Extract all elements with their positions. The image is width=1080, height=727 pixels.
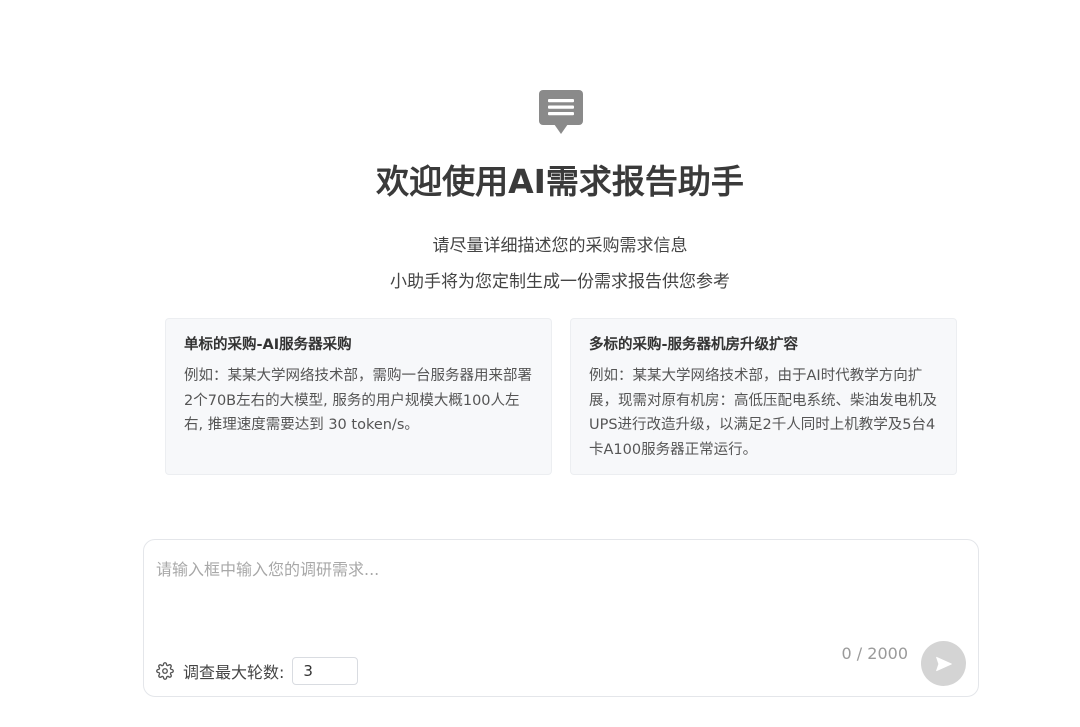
example-card-title: 多标的采购-服务器机房升级扩容 bbox=[589, 337, 799, 353]
example-card-single[interactable]: 单标的采购-AI服务器采购 例如：某某大学网络技术部，需购一台服务器用来部署2个… bbox=[165, 318, 552, 475]
send-icon bbox=[935, 656, 952, 671]
example-card-multi[interactable]: 多标的采购-服务器机房升级扩容 例如：某某大学网络技术部，由于AI时代教学方向扩… bbox=[570, 318, 957, 475]
char-counter: 0 / 2000 bbox=[841, 644, 908, 663]
subtitle-line-2: 小助手将为您定制生成一份需求报告供您参考 bbox=[390, 272, 730, 292]
page-title: 欢迎使用AI需求报告助手 bbox=[376, 162, 744, 201]
requirement-input[interactable] bbox=[156, 556, 966, 626]
example-card-title: 单标的采购-AI服务器采购 bbox=[184, 337, 352, 353]
example-card-body: 例如：某某大学网络技术部，由于AI时代教学方向扩展，现需对原有机房：高低压配电系… bbox=[589, 368, 937, 458]
chat-message-icon bbox=[539, 90, 583, 134]
example-card-body: 例如：某某大学网络技术部，需购一台服务器用来部署2个70B左右的大模型, 服务的… bbox=[184, 368, 532, 433]
page: 欢迎使用AI需求报告助手 请尽量详细描述您的采购需求信息 小助手将为您定制生成一… bbox=[0, 0, 1080, 727]
subtitle-line-1: 请尽量详细描述您的采购需求信息 bbox=[432, 236, 688, 256]
rounds-setting: 调查最大轮数: bbox=[156, 657, 359, 685]
gear-icon[interactable] bbox=[156, 662, 174, 680]
rounds-input[interactable] bbox=[292, 657, 359, 685]
input-panel: 调查最大轮数: 0 / 2000 bbox=[143, 539, 979, 697]
rounds-label: 调查最大轮数: bbox=[183, 663, 285, 682]
send-button[interactable] bbox=[921, 641, 966, 686]
